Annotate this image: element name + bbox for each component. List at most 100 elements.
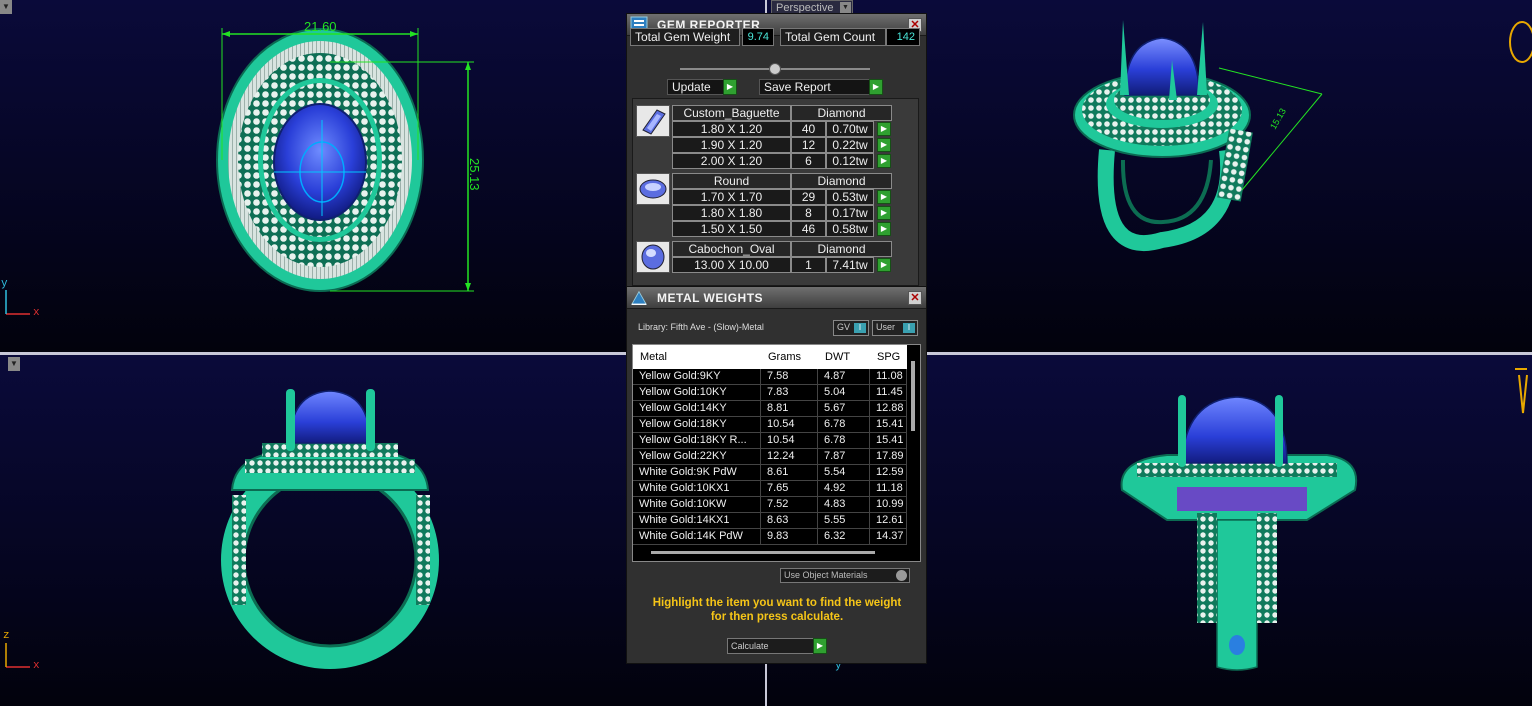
gem-size-cell[interactable]: 1.80 X 1.20: [672, 121, 791, 137]
grams-cell: 12.24: [761, 449, 818, 465]
cad-workspace: ▼ 21.60 25.13 y x Perspective ▼ 15.13 ▼ …: [0, 0, 1532, 706]
gem-size-cell[interactable]: 2.00 X 1.20: [672, 153, 791, 169]
metal-name-cell: Yellow Gold:22KY: [633, 449, 761, 465]
save-report-button-label: Save Report: [764, 80, 831, 94]
axis-z-label: z: [3, 630, 10, 642]
spg-cell: 12.59: [870, 465, 907, 481]
table-row[interactable]: White Gold:10KW 7.52 4.83 10.99: [633, 497, 907, 513]
table-row[interactable]: Yellow Gold:18KY R... 10.54 6.78 15.41: [633, 433, 907, 449]
vertical-scrollbar[interactable]: [911, 361, 915, 431]
table-row[interactable]: White Gold:14K PdW 9.83 6.32 14.37: [633, 529, 907, 545]
total-gem-count-label: Total Gem Count: [780, 28, 886, 46]
width-dimension-label: 21.60: [304, 19, 337, 34]
baguette-gem-icon[interactable]: [636, 105, 670, 137]
table-row[interactable]: White Gold:14KX1 8.63 5.55 12.61: [633, 513, 907, 529]
update-button[interactable]: Update ▶: [667, 79, 737, 95]
gem-weight-cell[interactable]: 0.53tw: [826, 189, 874, 205]
instruction-line-2: for then press calculate.: [710, 611, 844, 623]
metal-weights-table: Metal Grams DWT SPG Yellow Gold:9KY 7.58 4…: [632, 344, 921, 562]
column-header-spg[interactable]: SPG: [877, 351, 900, 363]
instruction-note: Highlight the item you want to find the …: [632, 596, 922, 624]
grams-cell: 7.83: [761, 385, 818, 401]
gem-count-cell[interactable]: 46: [791, 221, 826, 237]
gem-count-cell[interactable]: 8: [791, 205, 826, 221]
play-arrow-icon: ▶: [869, 79, 883, 95]
gem-size-cell[interactable]: 1.70 X 1.70: [672, 189, 791, 205]
table-row[interactable]: Yellow Gold:9KY 7.58 4.87 11.08: [633, 369, 907, 385]
select-gems-button[interactable]: ▶: [877, 154, 891, 168]
viewport-menu-arrow[interactable]: ▼: [0, 0, 12, 14]
dwt-cell: 5.55: [818, 513, 870, 529]
spg-cell: 11.18: [870, 481, 907, 497]
gem-size-cell[interactable]: 1.80 X 1.80: [672, 205, 791, 221]
gem-size-cell[interactable]: 1.90 X 1.20: [672, 137, 791, 153]
spg-cell: 15.41: [870, 433, 907, 449]
report-slider-handle[interactable]: [769, 63, 781, 75]
metal-name-cell: Yellow Gold:14KY: [633, 401, 761, 417]
grams-cell: 8.81: [761, 401, 818, 417]
column-header-grams[interactable]: Grams: [768, 351, 801, 363]
gem-weight-cell[interactable]: 0.70tw: [826, 121, 874, 137]
column-header-metal[interactable]: Metal: [640, 351, 667, 363]
perspective-dimension-label: 15.13: [1268, 106, 1288, 131]
gem-weight-cell[interactable]: 0.58tw: [826, 221, 874, 237]
metal-weights-title: METAL WEIGHTS: [657, 291, 764, 305]
axis-y-label: y: [1, 278, 8, 290]
gem-count-cell[interactable]: 1: [791, 257, 826, 273]
dwt-cell: 5.04: [818, 385, 870, 401]
calculate-button[interactable]: Calculate ▶: [727, 638, 827, 654]
grams-cell: 8.63: [761, 513, 818, 529]
user-toggle[interactable]: User I: [872, 320, 918, 336]
table-row[interactable]: White Gold:9K PdW 8.61 5.54 12.59: [633, 465, 907, 481]
select-gems-button[interactable]: ▶: [877, 138, 891, 152]
gem-weight-cell[interactable]: 0.22tw: [826, 137, 874, 153]
table-row[interactable]: Yellow Gold:10KY 7.83 5.04 11.45: [633, 385, 907, 401]
gem-weight-cell[interactable]: 7.41tw: [826, 257, 874, 273]
toggle-indicator-icon: I: [854, 323, 866, 333]
select-gems-button[interactable]: ▶: [877, 222, 891, 236]
gem-shape-header: Custom_Baguette: [672, 105, 791, 121]
spg-cell: 14.37: [870, 529, 907, 545]
metal-name-cell: White Gold:9K PdW: [633, 465, 761, 481]
gem-weight-cell[interactable]: 0.17tw: [826, 205, 874, 221]
spg-cell: 12.88: [870, 401, 907, 417]
gem-count-cell[interactable]: 6: [791, 153, 826, 169]
metal-name-cell: Yellow Gold:10KY: [633, 385, 761, 401]
spg-cell: 15.41: [870, 417, 907, 433]
select-gems-button[interactable]: ▶: [877, 190, 891, 204]
dwt-cell: 4.92: [818, 481, 870, 497]
gem-size-cell[interactable]: 1.50 X 1.50: [672, 221, 791, 237]
gem-size-cell[interactable]: 13.00 X 10.00: [672, 257, 791, 273]
instruction-line-1: Highlight the item you want to find the …: [652, 597, 902, 609]
viewport-menu-arrow[interactable]: ▼: [8, 357, 20, 371]
materials-dropdown[interactable]: Use Object Materials: [780, 568, 910, 583]
gem-count-cell[interactable]: 12: [791, 137, 826, 153]
metal-name-cell: Yellow Gold:18KY R...: [633, 433, 761, 449]
metal-name-cell: White Gold:14K PdW: [633, 529, 761, 545]
spg-cell: 11.45: [870, 385, 907, 401]
table-row[interactable]: Yellow Gold:22KY 12.24 7.87 17.89: [633, 449, 907, 465]
user-toggle-label: User: [876, 322, 896, 332]
round-gem-icon[interactable]: [636, 173, 670, 205]
table-row[interactable]: Yellow Gold:18KY 10.54 6.78 15.41: [633, 417, 907, 433]
gem-count-cell[interactable]: 29: [791, 189, 826, 205]
save-report-button[interactable]: Save Report ▶: [759, 79, 883, 95]
gem-count-cell[interactable]: 40: [791, 121, 826, 137]
column-header-dwt[interactable]: DWT: [825, 351, 850, 363]
gem-weight-cell[interactable]: 0.12tw: [826, 153, 874, 169]
table-row[interactable]: Yellow Gold:14KY 8.81 5.67 12.88: [633, 401, 907, 417]
cabochon-gem-icon[interactable]: [636, 241, 670, 273]
grams-cell: 10.54: [761, 417, 818, 433]
close-icon[interactable]: ✕: [908, 291, 922, 305]
update-button-label: Update: [672, 80, 711, 94]
gv-toggle[interactable]: GV I: [833, 320, 869, 336]
select-gems-button[interactable]: ▶: [877, 206, 891, 220]
horizontal-scrollbar[interactable]: [651, 551, 875, 554]
select-gems-button[interactable]: ▶: [877, 122, 891, 136]
dwt-cell: 7.87: [818, 449, 870, 465]
metal-name-cell: White Gold:10KX1: [633, 481, 761, 497]
dwt-cell: 6.32: [818, 529, 870, 545]
table-row[interactable]: White Gold:10KX1 7.65 4.92 11.18: [633, 481, 907, 497]
metal-weights-titlebar[interactable]: METAL WEIGHTS ✕: [627, 287, 926, 309]
select-gems-button[interactable]: ▶: [877, 258, 891, 272]
